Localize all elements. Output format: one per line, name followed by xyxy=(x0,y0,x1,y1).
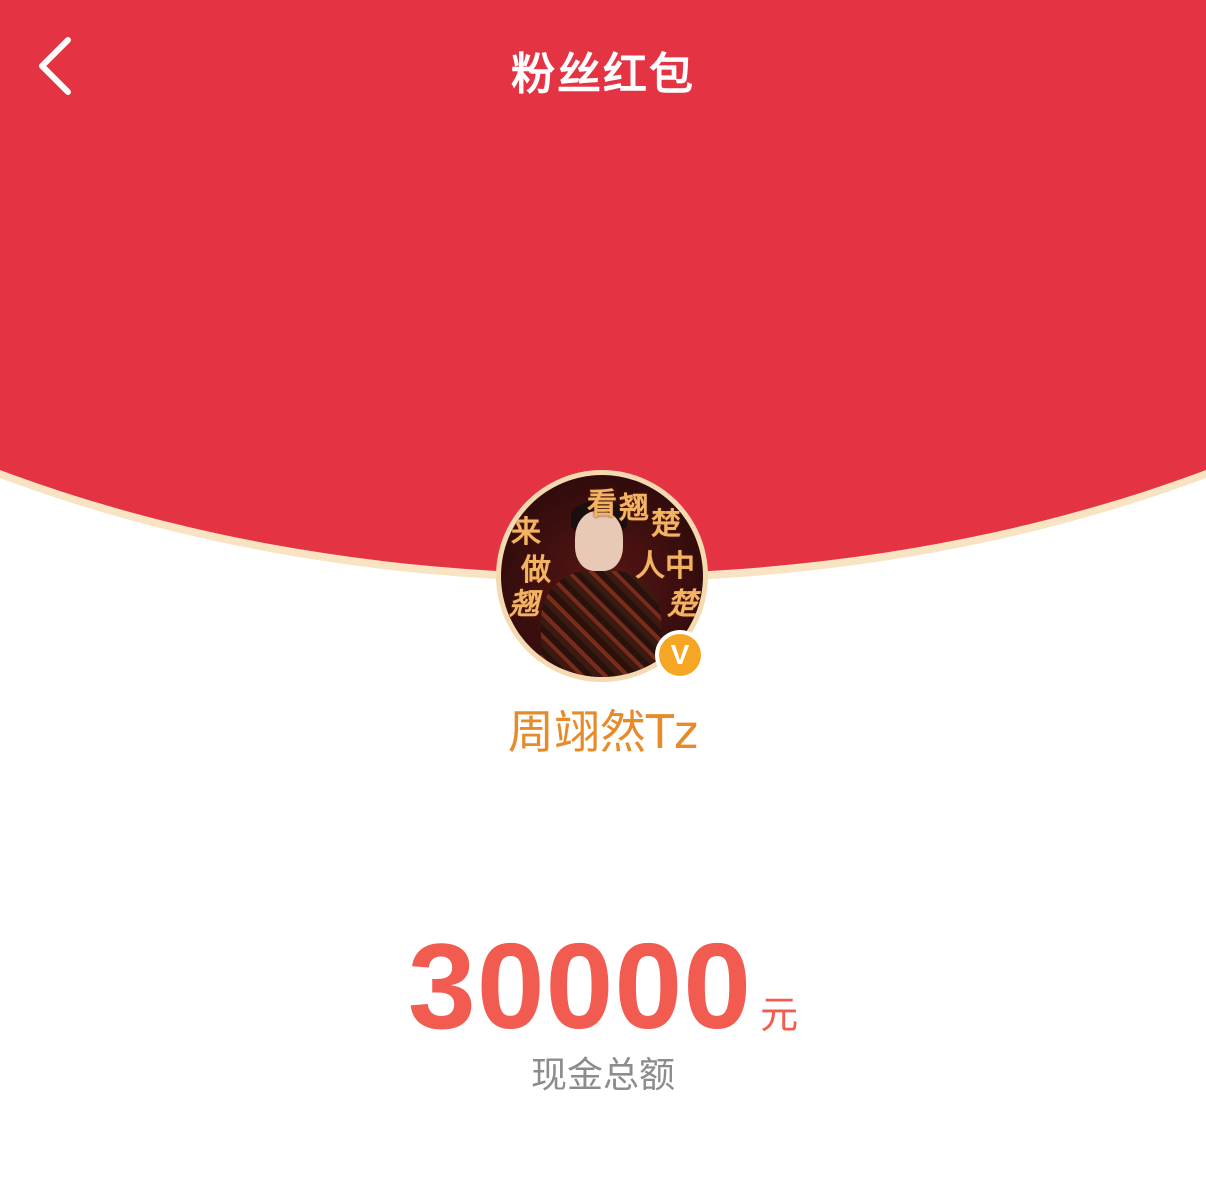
avatar-poster-char: 人 xyxy=(635,549,665,584)
amount-caption: 现金总额 xyxy=(530,1055,675,1096)
avatar-poster-char: 看 xyxy=(587,487,617,522)
avatar-poster-char: 楚 xyxy=(651,507,681,542)
amount-row: 30000 元 xyxy=(0,916,1206,1056)
currency-unit: 元 xyxy=(760,993,799,1037)
avatar-poster-char: 楚 xyxy=(667,587,697,622)
red-packet-page: 粉丝红包 来 看 翘 楚 做 人 中 翘 楚 V 周翊然Tz 30000 元 现金… xyxy=(0,0,1206,1186)
verified-badge-icon: V xyxy=(655,630,705,680)
page-title: 粉丝红包 xyxy=(511,49,695,100)
avatar-poster-char: 翘 xyxy=(619,491,649,526)
sender-name[interactable]: 周翊然Tz xyxy=(0,696,1206,762)
avatar-figure-armor xyxy=(541,571,661,677)
avatar-poster-char: 翘 xyxy=(509,587,539,622)
nav-bar: 粉丝红包 xyxy=(0,0,1206,135)
cash-amount: 30000 xyxy=(407,918,753,1054)
verified-mark: V xyxy=(659,634,701,676)
